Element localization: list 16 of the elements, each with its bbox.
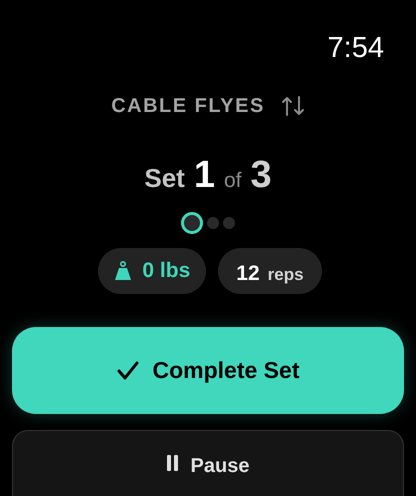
current-set-number: 1 [194, 153, 215, 198]
set-of-label: of [224, 168, 242, 194]
reps-count: 12 [236, 261, 260, 287]
pause-icon [166, 455, 179, 471]
checkmark-icon [116, 360, 138, 380]
set-label: Set [144, 162, 185, 195]
total-sets-number: 3 [250, 153, 272, 198]
clock-time: 7:54 [328, 34, 384, 63]
reps-chip[interactable]: 12 reps [218, 248, 322, 294]
pause-button[interactable]: Pause [12, 430, 404, 496]
kettlebell-icon [114, 261, 132, 281]
complete-set-button[interactable]: Complete Set [12, 327, 404, 414]
reps-unit: reps [268, 264, 304, 286]
weight-chip[interactable]: 0 lbs [98, 248, 206, 294]
swap-arrows-icon[interactable] [280, 95, 305, 117]
exercise-title: CABLE FLYES [111, 94, 265, 119]
